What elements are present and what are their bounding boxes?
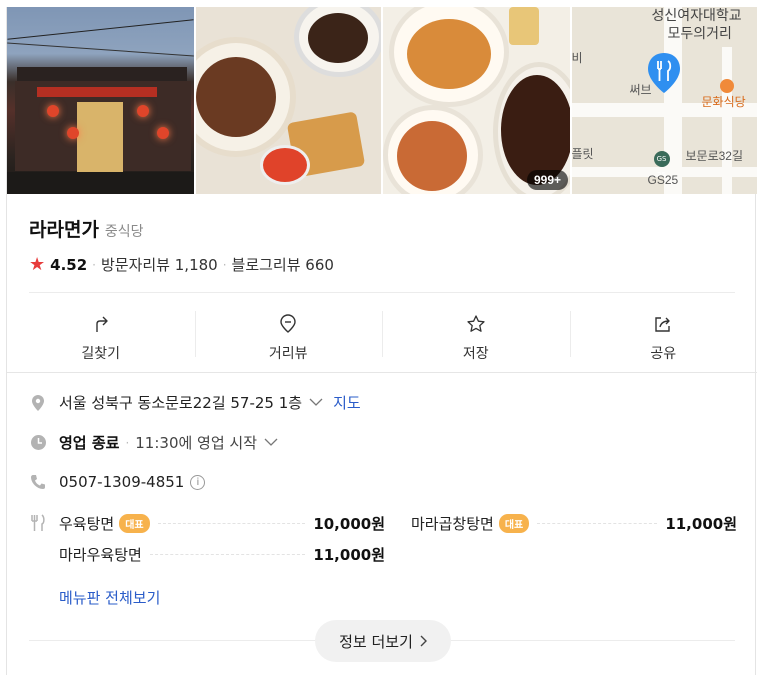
representative-badge: 대표 xyxy=(119,514,150,533)
chevron-down-icon[interactable] xyxy=(309,396,323,410)
storefront-photo[interactable] xyxy=(7,7,194,194)
separator-dot: · xyxy=(125,435,130,450)
business-status: 영업 종료 xyxy=(59,434,120,452)
phone-icon xyxy=(29,473,47,491)
opening-hours[interactable]: 11:30에 영업 시작 xyxy=(135,432,257,453)
food-photo-2[interactable] xyxy=(383,7,570,194)
menu-item-name: 마라곱창탕면 xyxy=(411,515,494,533)
star-icon: ★ xyxy=(29,253,46,275)
save-label: 저장 xyxy=(462,345,489,362)
street-view-button[interactable]: 거리뷰 xyxy=(194,307,383,369)
location-icon xyxy=(29,394,47,412)
street-view-icon xyxy=(280,313,296,333)
rating-score: 4.52 xyxy=(50,255,88,274)
map-label: 플릿 xyxy=(571,147,594,161)
hours-row: 영업 종료 · 11:30에 영업 시작 xyxy=(29,432,278,453)
gs25-icon: GS 25 xyxy=(653,151,670,179)
menu-item-price: 10,000원 xyxy=(313,515,385,533)
phone-row: 0507-1309-4851 i xyxy=(29,473,206,491)
share-icon xyxy=(655,316,670,332)
menu-item-price: 11,000원 xyxy=(313,546,385,564)
clock-icon xyxy=(29,434,47,452)
photo-count-badge: 999+ xyxy=(526,170,568,190)
map-label: 문화식당 xyxy=(701,95,746,109)
phone-number[interactable]: 0507-1309-4851 xyxy=(59,473,184,491)
dotted-leader xyxy=(157,523,306,524)
menu-item-name: 우육탕면 xyxy=(59,515,115,533)
place-category: 중식당 xyxy=(104,224,144,240)
directions-icon xyxy=(96,316,108,332)
menu-item-price: 11,000원 xyxy=(665,515,737,533)
place-card: 성신여자대학교 모두의거리 비 써브 문화식당 플릿 보문로32길 GS 25 … xyxy=(6,7,757,675)
place-name: 라라면가 xyxy=(29,219,99,241)
share-label: 공유 xyxy=(650,345,677,362)
map-link[interactable]: 지도 xyxy=(333,392,361,413)
map-label: 모두의거리 xyxy=(667,25,732,41)
separator-dot: · xyxy=(222,257,227,272)
more-info-button[interactable]: 정보 더보기 xyxy=(315,620,451,662)
dotted-leader xyxy=(149,554,306,555)
chevron-right-icon xyxy=(420,635,427,647)
menu-item-name: 마라우육탕면 xyxy=(59,546,142,564)
visitor-review-count[interactable]: 방문자리뷰 1,180 xyxy=(101,254,218,275)
menu-item[interactable]: 마라곱창탕면 대표 11,000원 xyxy=(411,513,737,534)
map-thumbnail[interactable]: 성신여자대학교 모두의거리 비 써브 문화식당 플릿 보문로32길 GS 25 … xyxy=(571,7,757,194)
directions-label: 길찾기 xyxy=(81,345,121,362)
food-photo-1[interactable] xyxy=(195,7,381,194)
info-icon[interactable]: i xyxy=(190,474,206,490)
menu-item[interactable]: 우육탕면 대표 10,000원 xyxy=(59,513,385,534)
representative-badge: 대표 xyxy=(498,514,530,533)
view-full-menu-link[interactable]: 메뉴판 전체보기 xyxy=(59,587,160,608)
map-label: 비 xyxy=(571,51,583,65)
section-divider xyxy=(7,372,757,373)
rating-row: ★ 4.52 · 방문자리뷰 1,180 · 블로그리뷰 660 xyxy=(29,254,334,275)
location-pin-icon xyxy=(647,53,680,93)
restaurant-marker-icon xyxy=(719,79,734,93)
utensils-icon xyxy=(29,514,47,532)
star-outline-icon xyxy=(467,314,485,332)
map-label: 보문로32길 xyxy=(685,149,744,163)
photo-strip: 성신여자대학교 모두의거리 비 써브 문화식당 플릿 보문로32길 GS 25 … xyxy=(7,7,757,194)
save-button[interactable]: 저장 xyxy=(382,307,570,369)
menu-item[interactable]: 마라우육탕면 11,000원 xyxy=(59,544,385,565)
address-text[interactable]: 서울 성북구 동소문로22길 57-25 1층 xyxy=(59,392,302,413)
more-info-label: 정보 더보기 xyxy=(339,632,413,651)
action-bar: 길찾기 거리뷰 저장 공유 xyxy=(7,307,757,369)
chevron-down-icon[interactable] xyxy=(264,436,278,450)
address-row: 서울 성북구 동소문로22길 57-25 1층 지도 xyxy=(29,392,361,413)
dotted-leader xyxy=(537,523,658,524)
divider xyxy=(29,292,735,293)
share-button[interactable]: 공유 xyxy=(569,307,758,369)
street-view-label: 거리뷰 xyxy=(268,345,308,362)
map-label: GS25 xyxy=(647,173,679,187)
blog-review-count[interactable]: 블로그리뷰 660 xyxy=(232,254,334,275)
separator-dot: · xyxy=(92,257,96,272)
place-header: 라라면가 중식당 xyxy=(29,215,144,242)
directions-button[interactable]: 길찾기 xyxy=(7,307,195,369)
